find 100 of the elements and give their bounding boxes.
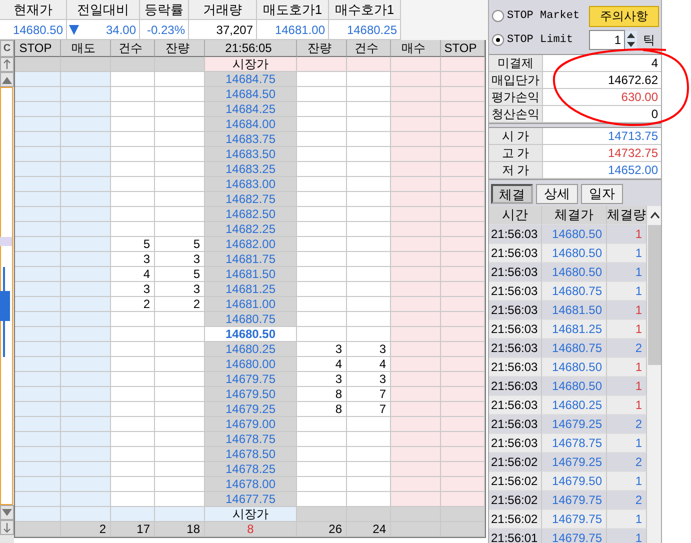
column-header: 시간 [489, 206, 542, 225]
table-cell [15, 72, 61, 87]
table-cell [391, 252, 441, 267]
table-cell: 8 [297, 402, 347, 417]
table-cell: 14677.75 [205, 492, 297, 507]
table-cell [15, 492, 61, 507]
table-cell: 14680.50 [205, 327, 297, 342]
table-cell [441, 462, 485, 477]
table-cell [347, 297, 391, 312]
row-value: 14713.75 [543, 128, 661, 144]
table-cell [111, 372, 155, 387]
table-cell [61, 402, 111, 417]
scrollbar-thumb[interactable] [648, 225, 661, 365]
table-cell [111, 507, 155, 522]
table-cell [391, 57, 441, 72]
table-cell [61, 372, 111, 387]
tab[interactable]: 일자 [581, 184, 623, 204]
table-cell [155, 207, 205, 222]
column-header: 매도호가1 [257, 0, 328, 20]
table-cell: 14682.00 [205, 237, 297, 252]
table-cell [391, 342, 441, 357]
table-cell [111, 327, 155, 342]
table-cell [155, 102, 205, 117]
table-cell [391, 147, 441, 162]
table-cell: 1 [607, 396, 647, 415]
table-cell [15, 297, 61, 312]
tab[interactable]: 상세 [536, 184, 578, 204]
table-cell [15, 372, 61, 387]
scroll-bottom-icon[interactable] [2, 522, 12, 533]
table-cell: 1 [607, 510, 647, 529]
notice-button[interactable]: 주의사항 [589, 6, 659, 26]
table-cell [391, 87, 441, 102]
table-cell [155, 132, 205, 147]
row-label: 미결제 [489, 55, 543, 71]
table-cell: 3 [155, 252, 205, 267]
table-cell [111, 222, 155, 237]
table-cell [61, 222, 111, 237]
table-cell: 1 [607, 472, 647, 491]
table-cell [15, 507, 61, 522]
table-cell [61, 117, 111, 132]
table-cell [441, 507, 485, 522]
table-cell [111, 462, 155, 477]
table-cell [61, 252, 111, 267]
quote-value: 14681.00 [274, 22, 325, 36]
radio-button[interactable] [492, 34, 504, 46]
table-cell [391, 507, 441, 522]
radio-label: STOP Market [507, 10, 580, 22]
tick-field[interactable]: 1 [589, 30, 625, 50]
table-cell [111, 357, 155, 372]
table-cell [391, 522, 441, 537]
table-cell [347, 57, 391, 72]
table-cell: 3 [111, 282, 155, 297]
table-cell [347, 492, 391, 507]
table-cell [441, 447, 485, 462]
table-cell: 14684.75 [205, 72, 297, 87]
table-cell [155, 312, 205, 327]
table-cell: 17 [111, 522, 155, 537]
table-cell [297, 192, 347, 207]
table-cell [347, 282, 391, 297]
column-header: 체결량 [607, 206, 647, 225]
table-cell: 14678.50 [205, 447, 297, 462]
table-cell [441, 132, 485, 147]
table-cell [15, 177, 61, 192]
table-cell [347, 312, 391, 327]
table-cell [347, 72, 391, 87]
table-cell: 2 [155, 297, 205, 312]
table-cell: 7 [347, 387, 391, 402]
table-cell [441, 192, 485, 207]
table-cell [391, 267, 441, 282]
table-cell [15, 87, 61, 102]
table-cell [391, 462, 441, 477]
table-cell [391, 282, 441, 297]
table-cell [15, 207, 61, 222]
scroll-top-icon[interactable] [2, 59, 12, 70]
table-cell [297, 132, 347, 147]
table-cell [111, 147, 155, 162]
tab[interactable]: 체결 [491, 184, 533, 204]
table-cell [441, 237, 485, 252]
table-cell: 8 [205, 522, 297, 537]
table-cell: 4 [111, 267, 155, 282]
unit-label: 틱 [643, 32, 655, 48]
radio-button[interactable] [492, 10, 504, 22]
table-cell: 3 [297, 372, 347, 387]
scroll-down-icon[interactable] [2, 508, 12, 516]
table-cell [391, 132, 441, 147]
table-cell [111, 117, 155, 132]
table-cell: 14679.25 [205, 402, 297, 417]
table-cell [15, 312, 61, 327]
row-value: 14672.62 [543, 72, 661, 88]
table-cell [15, 357, 61, 372]
table-cell [61, 162, 111, 177]
chart-button[interactable]: C [0, 40, 14, 57]
table-cell [61, 147, 111, 162]
table-cell: 4 [347, 357, 391, 372]
table-cell [155, 402, 205, 417]
table-cell [61, 462, 111, 477]
table-cell [155, 222, 205, 237]
table-cell: 14678.75 [542, 434, 607, 453]
table-cell: 3 [347, 342, 391, 357]
row-value: 630.00 [543, 89, 661, 105]
